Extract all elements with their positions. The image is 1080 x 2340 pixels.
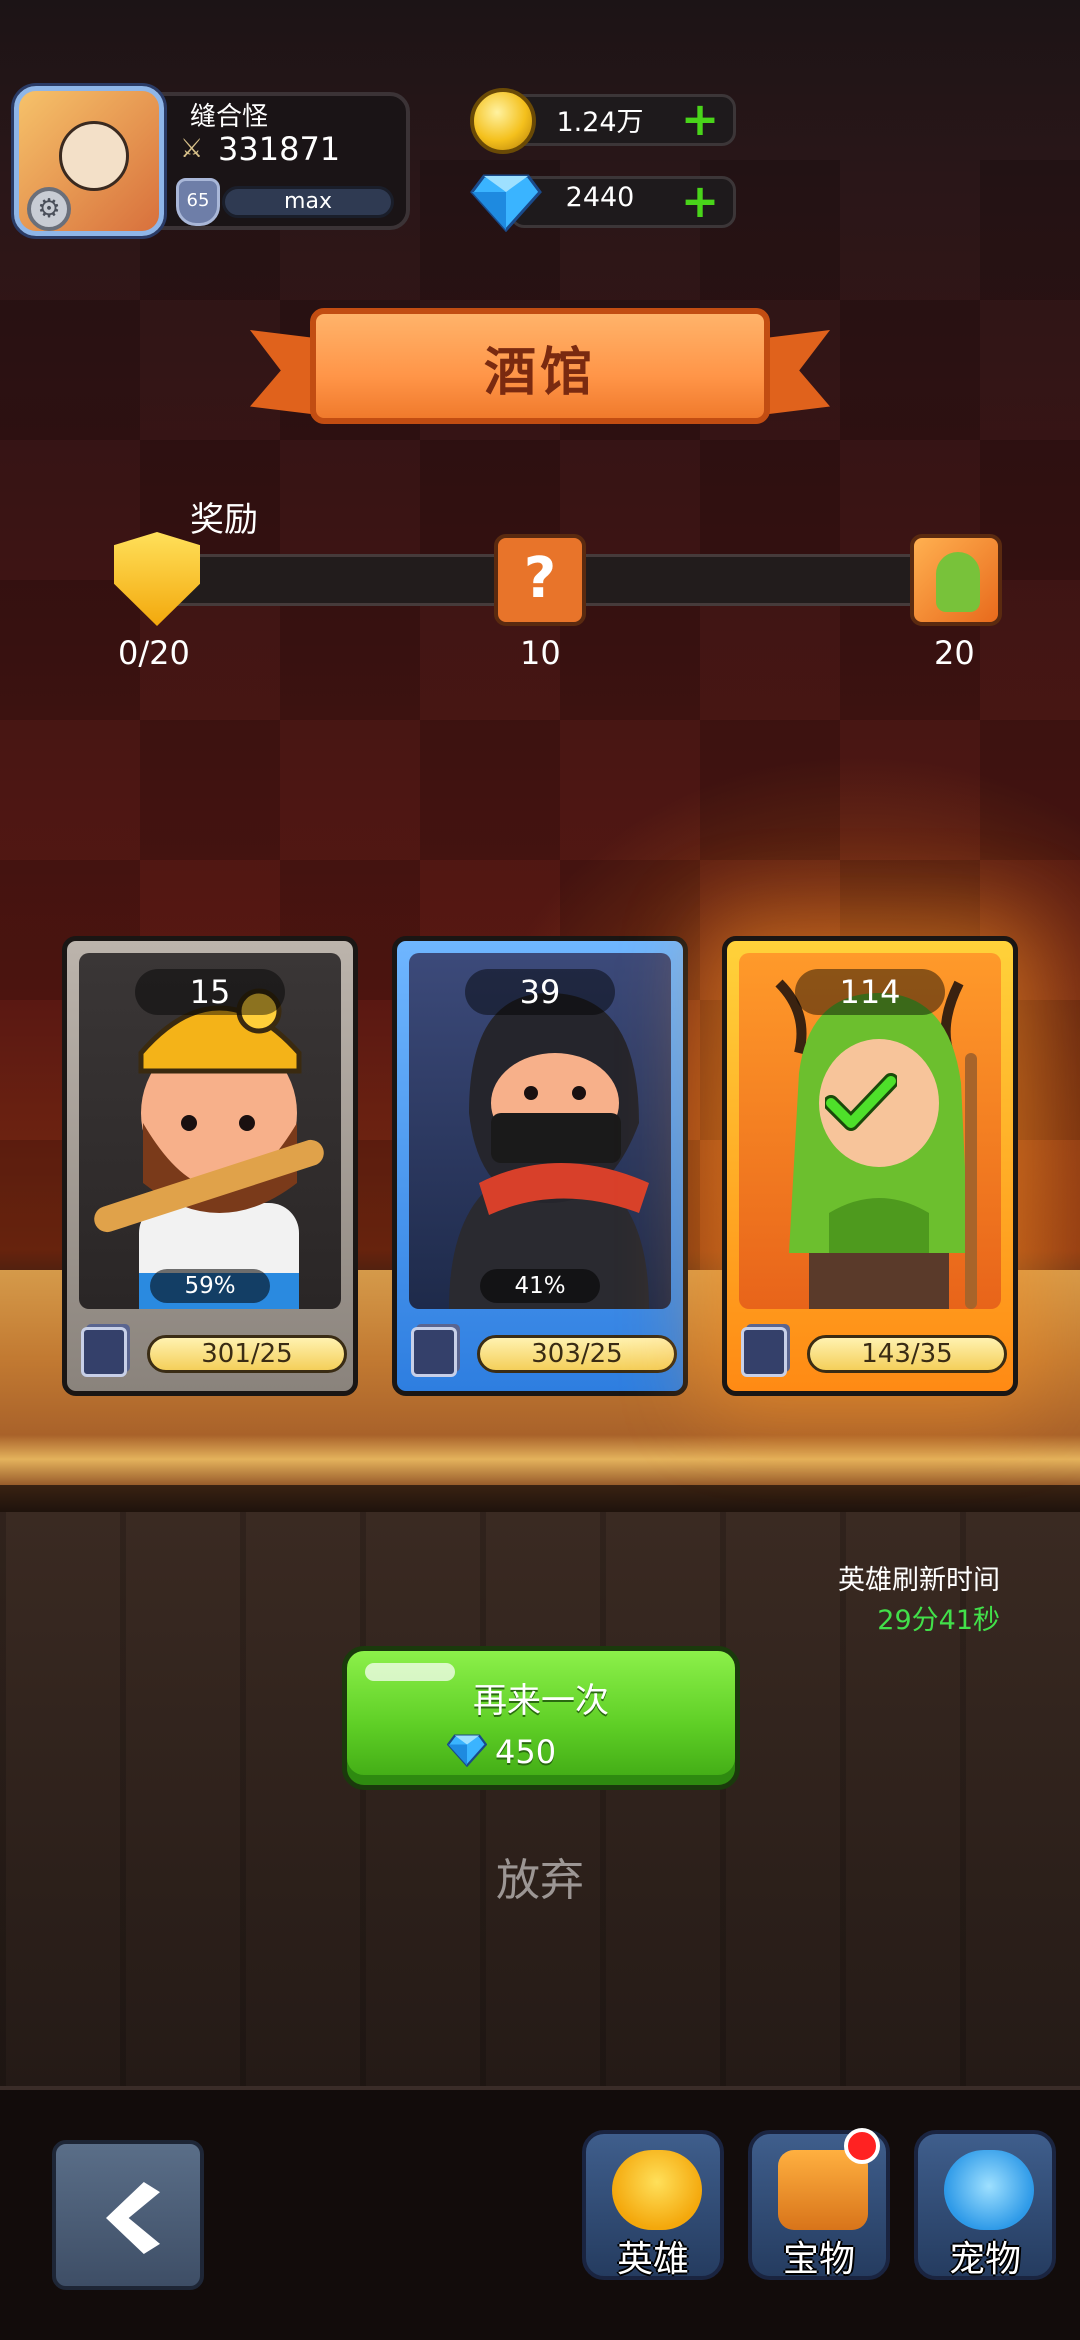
avatar[interactable]: ⚙ bbox=[14, 86, 164, 236]
hero-card-ninja[interactable]: 39 41% 303/25 bbox=[392, 936, 688, 1396]
mystery-reward-icon[interactable]: ? bbox=[494, 534, 586, 626]
reward-label: 奖励 bbox=[190, 500, 258, 540]
hero-card-fragments: 301/25 bbox=[147, 1335, 347, 1373]
elf-hero-icon bbox=[936, 552, 980, 612]
add-gold-button[interactable]: + bbox=[680, 96, 720, 142]
nav-treasure[interactable]: 宝物 bbox=[748, 2128, 890, 2280]
card-deck-icon bbox=[411, 1327, 457, 1377]
hero-icon bbox=[612, 2150, 702, 2230]
nav-heroes[interactable]: 英雄 bbox=[582, 2130, 724, 2280]
gem-amount: 2440 bbox=[565, 182, 635, 213]
player-name: 缝合怪 bbox=[190, 102, 269, 132]
refresh-timer: 29分41秒 bbox=[877, 1605, 1000, 1636]
pet-dragon-icon bbox=[944, 2150, 1034, 2230]
add-gems-button[interactable]: + bbox=[680, 178, 720, 224]
hero-card-fragments: 303/25 bbox=[477, 1335, 677, 1373]
nav-pets-label: 宠物 bbox=[948, 2239, 1021, 2280]
nav-heroes-label: 英雄 bbox=[616, 2239, 689, 2280]
page-title: 酒馆 bbox=[483, 343, 596, 403]
nav-pets[interactable]: 宠物 bbox=[914, 2130, 1056, 2280]
xp-bar: max bbox=[222, 186, 394, 218]
retry-label: 再来一次 bbox=[473, 1681, 609, 1721]
hero-reward-icon[interactable] bbox=[910, 534, 1002, 626]
card-deck-icon bbox=[741, 1327, 787, 1377]
gem-currency: 2440 + bbox=[470, 172, 740, 232]
hero-card-count: 15 bbox=[135, 969, 285, 1015]
give-up-button[interactable]: 放弃 bbox=[0, 1844, 1080, 1908]
back-button[interactable] bbox=[52, 2140, 204, 2290]
level-badge: 65 bbox=[176, 178, 220, 226]
avatar-portrait bbox=[59, 121, 129, 191]
hero-portrait-elf: 114 bbox=[739, 953, 1001, 1309]
notification-badge bbox=[844, 2128, 880, 2164]
combat-power: 331871 bbox=[218, 130, 341, 168]
diamond-icon bbox=[447, 1734, 487, 1767]
hero-portrait-miner: 15 59% bbox=[79, 953, 341, 1309]
hero-card-fragments: 143/35 bbox=[807, 1335, 1007, 1373]
gear-icon[interactable]: ⚙ bbox=[27, 187, 71, 231]
hero-card-miner[interactable]: 15 59% 301/25 bbox=[62, 936, 358, 1396]
checkmark-icon bbox=[825, 1073, 897, 1131]
hero-card-count: 114 bbox=[795, 969, 945, 1015]
chevron-left-icon bbox=[106, 2182, 160, 2254]
refresh-label: 英雄刷新时间 bbox=[838, 1565, 1000, 1596]
gold-coin-icon bbox=[470, 88, 536, 154]
hero-card-elf[interactable]: 114 143/35 bbox=[722, 936, 1018, 1396]
hero-card-percent: 59% bbox=[150, 1269, 270, 1303]
milestone-label: 20 bbox=[934, 634, 975, 672]
reward-progress-text: 0/20 bbox=[118, 634, 190, 672]
hero-card-percent: 41% bbox=[480, 1269, 600, 1303]
player-profile[interactable]: ⚙ 缝合怪 ⚔ 331871 65 max bbox=[14, 86, 410, 236]
table-edge bbox=[0, 1485, 1080, 1513]
gold-currency: 1.24万 + bbox=[470, 88, 740, 154]
hero-card-count: 39 bbox=[465, 969, 615, 1015]
retry-cost: 450 bbox=[495, 1733, 557, 1771]
crossed-swords-icon: ⚔ bbox=[180, 134, 204, 164]
tavern-banner: 酒馆 bbox=[250, 300, 830, 450]
hero-portrait-ninja: 39 41% bbox=[409, 953, 671, 1309]
card-deck-icon bbox=[81, 1327, 127, 1377]
retry-button[interactable]: 再来一次 450 bbox=[342, 1646, 740, 1790]
nav-treasure-label: 宝物 bbox=[782, 2239, 855, 2280]
gold-amount: 1.24万 bbox=[556, 107, 644, 138]
milestone-label: 10 bbox=[520, 634, 561, 672]
